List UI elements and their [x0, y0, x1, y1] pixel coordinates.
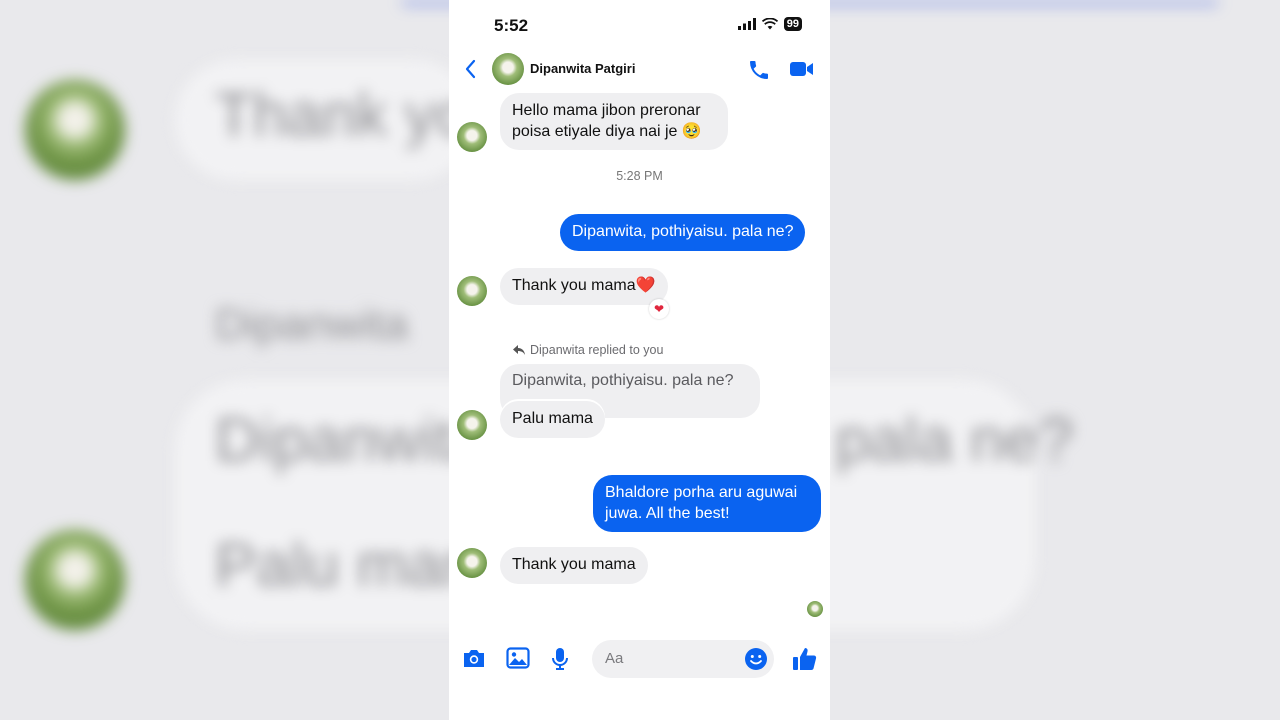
timestamp: 5:28 PM	[616, 169, 663, 183]
chat-header: Dipanwita Patgiri	[449, 50, 830, 90]
messenger-chat-screen: 5:52 99 Dipanwita Patgiri Hello mama jib…	[449, 0, 830, 720]
reply-indicator-text: Dipanwita replied to you	[530, 343, 664, 357]
sender-avatar	[457, 548, 487, 578]
message-bubble-incoming[interactable]: Hello mama jibon preronar poisa etiyale …	[500, 93, 728, 150]
heart-reaction-icon[interactable]: ❤	[649, 299, 669, 319]
status-bar: 5:52 99	[449, 0, 830, 50]
message-bubble-outgoing[interactable]: Dipanwita, pothiyaisu. pala ne?	[560, 214, 806, 251]
thumbs-up-icon	[793, 648, 817, 670]
audio-call-button[interactable]	[747, 58, 771, 87]
back-button[interactable]	[463, 58, 479, 85]
emoji-button[interactable]	[744, 647, 768, 676]
background-avatar	[25, 530, 125, 630]
quoted-message-text: Dipanwita, pothiyaisu. pala ne?	[512, 372, 734, 389]
contact-name[interactable]: Dipanwita Patgiri	[530, 61, 635, 76]
reply-arrow-icon	[513, 345, 525, 355]
reply-indicator: Dipanwita replied to you	[512, 343, 663, 357]
video-call-button[interactable]	[789, 59, 815, 84]
chevron-left-icon	[465, 59, 476, 79]
message-bubble-incoming[interactable]: Thank you mama	[500, 547, 648, 584]
signal-icon	[737, 18, 756, 30]
battery-indicator: 99	[783, 17, 802, 31]
message-input-placeholder: Aa	[605, 650, 624, 667]
phone-icon	[750, 61, 768, 79]
message-bubble-outgoing[interactable]: Bhaldore porha aru aguwai juwa. All the …	[593, 475, 821, 532]
background-avatar	[25, 80, 125, 180]
image-icon	[506, 647, 530, 669]
voice-message-button[interactable]	[550, 647, 570, 676]
contact-avatar[interactable]	[492, 53, 524, 85]
sender-avatar	[457, 122, 487, 152]
message-composer: Aa	[449, 638, 830, 682]
camera-button[interactable]	[462, 647, 486, 674]
message-bubble-incoming[interactable]: Thank you mama❤️	[500, 268, 668, 305]
smiley-icon	[745, 648, 767, 670]
microphone-icon	[552, 648, 568, 670]
wifi-icon	[761, 18, 778, 30]
message-bubble-incoming[interactable]: Palu mama	[500, 401, 605, 438]
camera-icon	[464, 650, 484, 667]
message-input[interactable]: Aa	[592, 640, 774, 678]
video-camera-icon	[790, 62, 813, 76]
gallery-button[interactable]	[506, 647, 530, 674]
background-text: Dipanwita	[215, 300, 409, 349]
sender-avatar	[457, 276, 487, 306]
status-time: 5:52	[494, 16, 529, 35]
like-button[interactable]	[792, 646, 818, 677]
sender-avatar	[457, 410, 487, 440]
status-icons: 99	[737, 17, 802, 31]
seen-indicator-avatar	[807, 601, 823, 617]
